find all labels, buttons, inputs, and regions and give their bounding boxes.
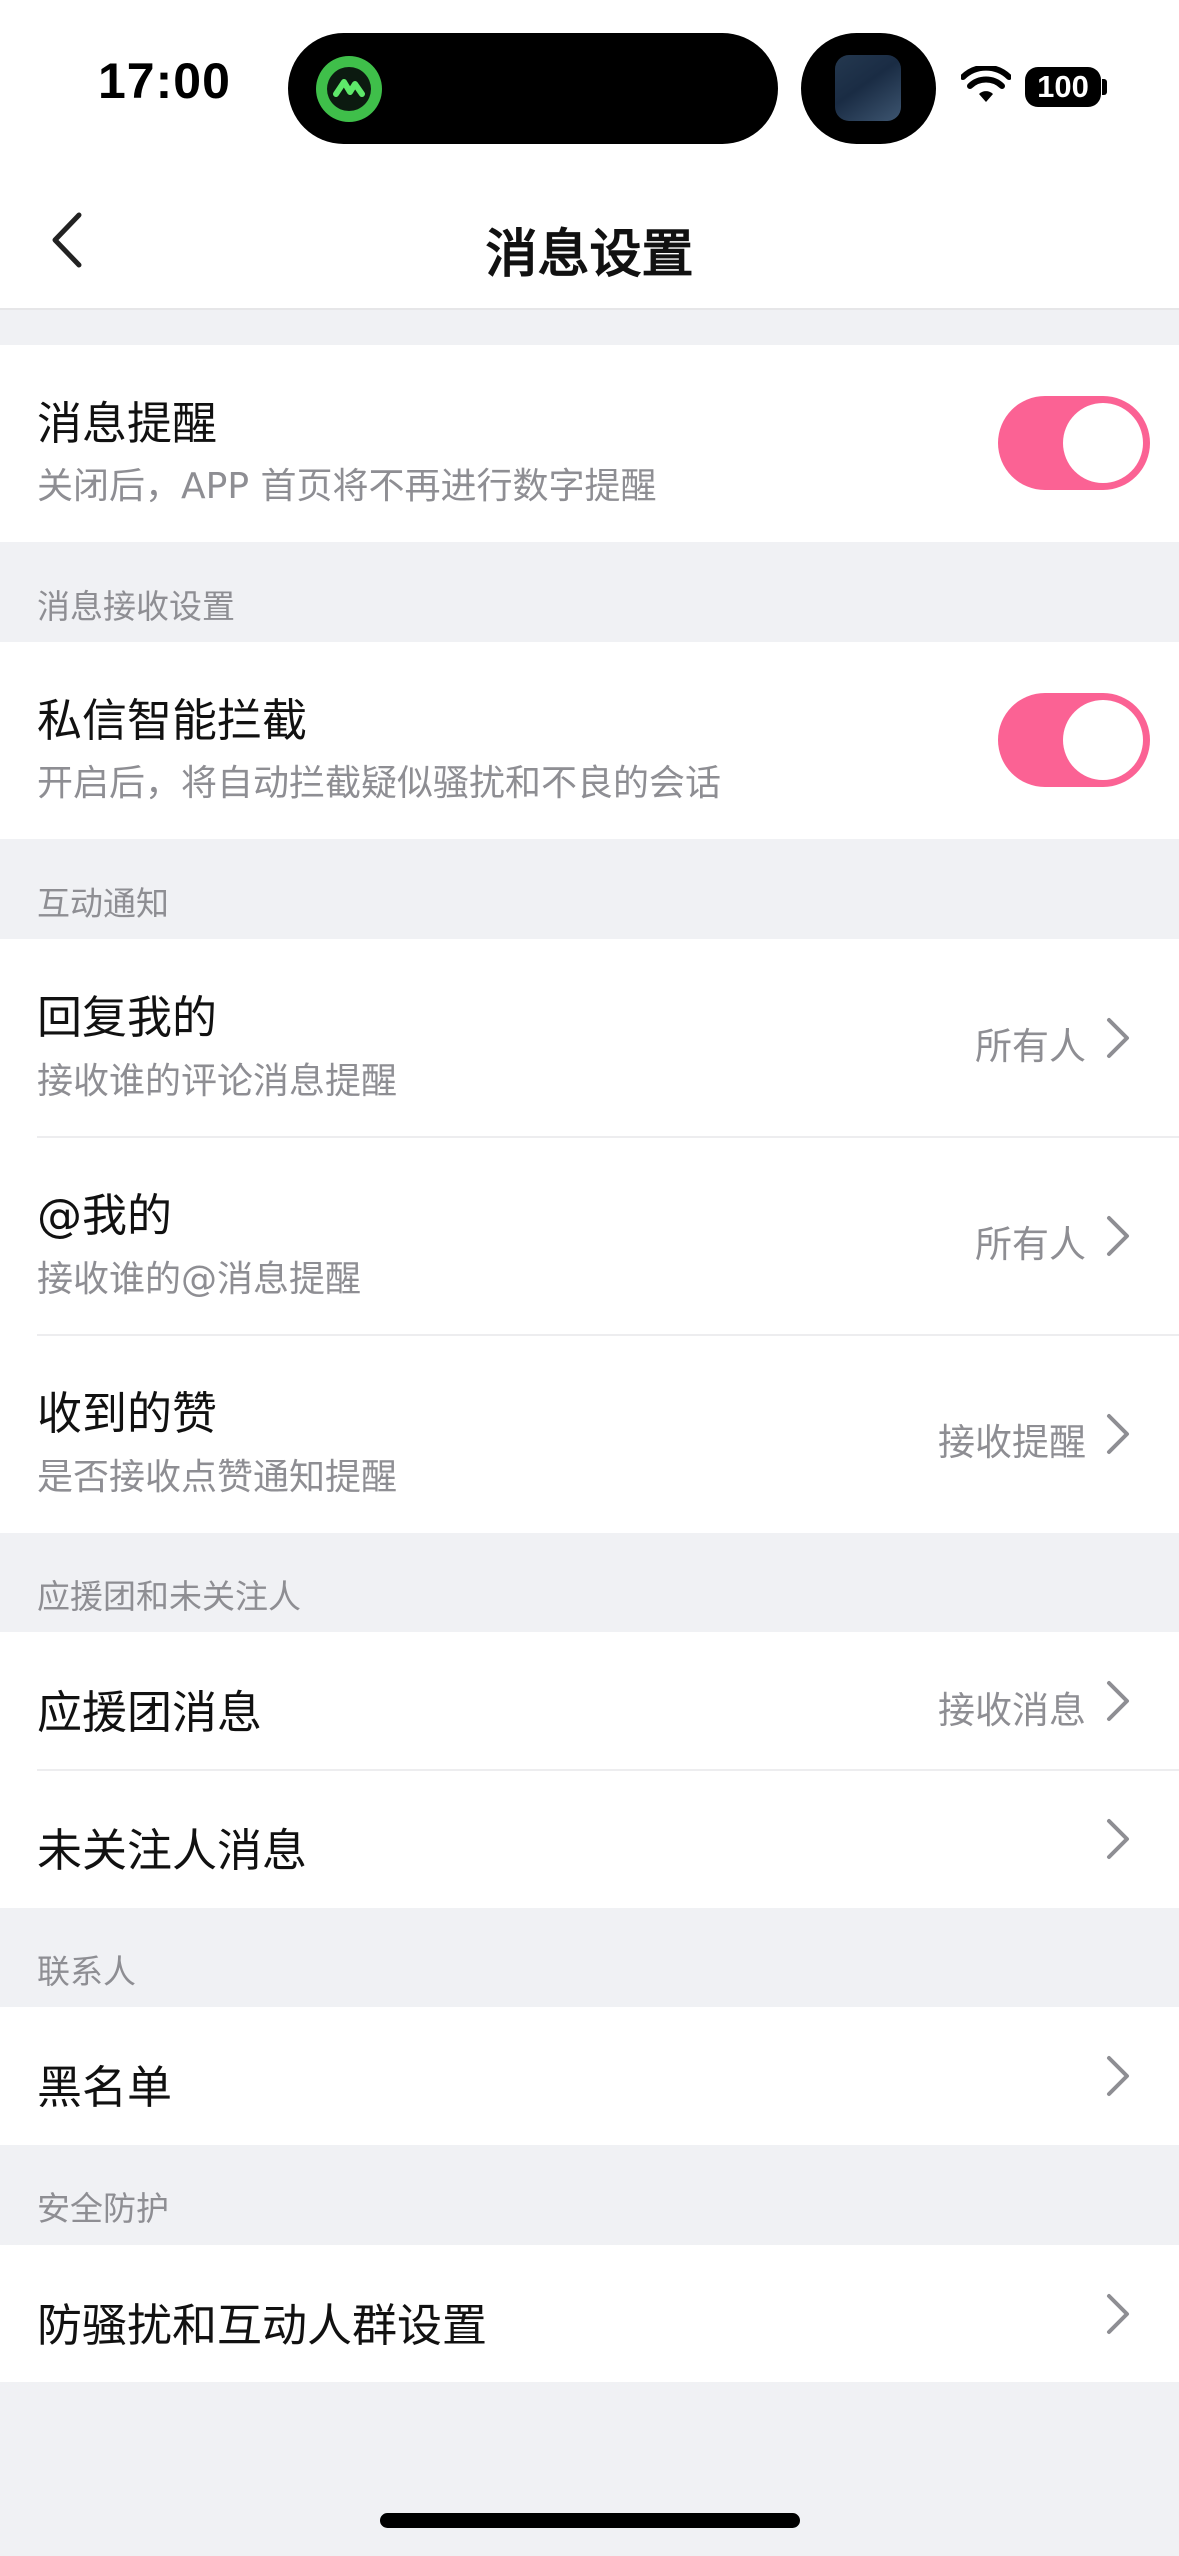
section-header: 互动通知 (37, 884, 169, 923)
dynamic-island-media[interactable] (801, 33, 936, 144)
status-time: 17:00 (98, 53, 231, 109)
message-reminder-toggle[interactable] (998, 396, 1150, 490)
list-item[interactable]: @我的 接收谁的@消息提醒 所有人 (0, 1137, 1179, 1336)
list-item[interactable]: 未关注人消息 (0, 1770, 1179, 1908)
row-value: 所有人 (975, 1223, 1086, 1266)
status-bar: 17:00 100 (0, 0, 1179, 170)
section-header: 安全防护 (37, 2189, 169, 2228)
receive-settings-group: 私信智能拦截 开启后，将自动拦截疑似骚扰和不良的会话 (0, 642, 1179, 839)
fan-group: 应援团消息 接收消息 未关注人消息 (0, 1632, 1179, 1908)
chevron-right-icon (1107, 2056, 1129, 2096)
list-item[interactable]: 防骚扰和互动人群设置 (0, 2245, 1179, 2382)
chevron-right-icon (1107, 1681, 1129, 1721)
dynamic-island[interactable] (288, 33, 778, 144)
row-subtitle: 开启后，将自动拦截疑似骚扰和不良的会话 (37, 763, 722, 804)
list-item[interactable]: 应援团消息 接收消息 (0, 1632, 1179, 1771)
row-title: 收到的赞 (37, 1387, 218, 1440)
wifi-icon (961, 66, 1011, 102)
row-title: 防骚扰和互动人群设置 (37, 2299, 488, 2352)
row-title: 回复我的 (37, 991, 218, 1044)
dm-filter-toggle[interactable] (998, 693, 1150, 787)
message-reminder-group: 消息提醒 关闭后，APP 首页将不再进行数字提醒 (0, 345, 1179, 542)
dm-filter-row: 私信智能拦截 开启后，将自动拦截疑似骚扰和不良的会话 (0, 642, 1179, 839)
row-value: 接收消息 (938, 1689, 1086, 1732)
row-title: 消息提醒 (37, 397, 218, 450)
section-header: 消息接收设置 (37, 587, 235, 626)
row-subtitle: 接收谁的@消息提醒 (37, 1259, 362, 1300)
row-title: @我的 (37, 1189, 173, 1242)
row-title: 黑名单 (37, 2061, 173, 2114)
message-reminder-row: 消息提醒 关闭后，APP 首页将不再进行数字提醒 (0, 345, 1179, 542)
chevron-right-icon (1107, 1216, 1129, 1256)
interaction-group: 回复我的 接收谁的评论消息提醒 所有人 @我的 接收谁的@消息提醒 所有人 收到… (0, 939, 1179, 1533)
battery-tip (1102, 79, 1107, 95)
media-thumbnail (835, 55, 901, 121)
toggle-knob (1063, 700, 1143, 780)
row-value: 接收提醒 (938, 1421, 1086, 1464)
home-indicator[interactable] (380, 2513, 800, 2528)
list-item[interactable]: 黑名单 (0, 2007, 1179, 2145)
row-value: 所有人 (975, 1025, 1086, 1068)
battery-icon: 100 (1025, 67, 1101, 107)
chevron-right-icon (1107, 1414, 1129, 1454)
row-subtitle: 关闭后，APP 首页将不再进行数字提醒 (37, 466, 657, 507)
list-item[interactable]: 收到的赞 是否接收点赞通知提醒 接收提醒 (0, 1335, 1179, 1533)
chevron-right-icon (1107, 1819, 1129, 1859)
nav-bar: 消息设置 (0, 170, 1179, 310)
row-title: 未关注人消息 (37, 1824, 308, 1877)
toggle-knob (1063, 403, 1143, 483)
row-subtitle: 是否接收点赞通知提醒 (37, 1457, 398, 1498)
section-header: 应援团和未关注人 (37, 1577, 301, 1616)
section-header: 联系人 (37, 1952, 136, 1991)
row-subtitle: 接收谁的评论消息提醒 (37, 1061, 398, 1102)
contacts-group: 黑名单 (0, 2007, 1179, 2145)
battery-level: 100 (1037, 69, 1089, 104)
chevron-right-icon (1107, 2294, 1129, 2334)
chevron-right-icon (1107, 1018, 1129, 1058)
row-title: 应援团消息 (37, 1686, 263, 1739)
row-title: 私信智能拦截 (37, 694, 308, 747)
page-title: 消息设置 (485, 225, 694, 285)
safety-group: 防骚扰和互动人群设置 (0, 2245, 1179, 2382)
live-activity-app-icon (316, 56, 382, 122)
list-item[interactable]: 回复我的 接收谁的评论消息提醒 所有人 (0, 939, 1179, 1138)
